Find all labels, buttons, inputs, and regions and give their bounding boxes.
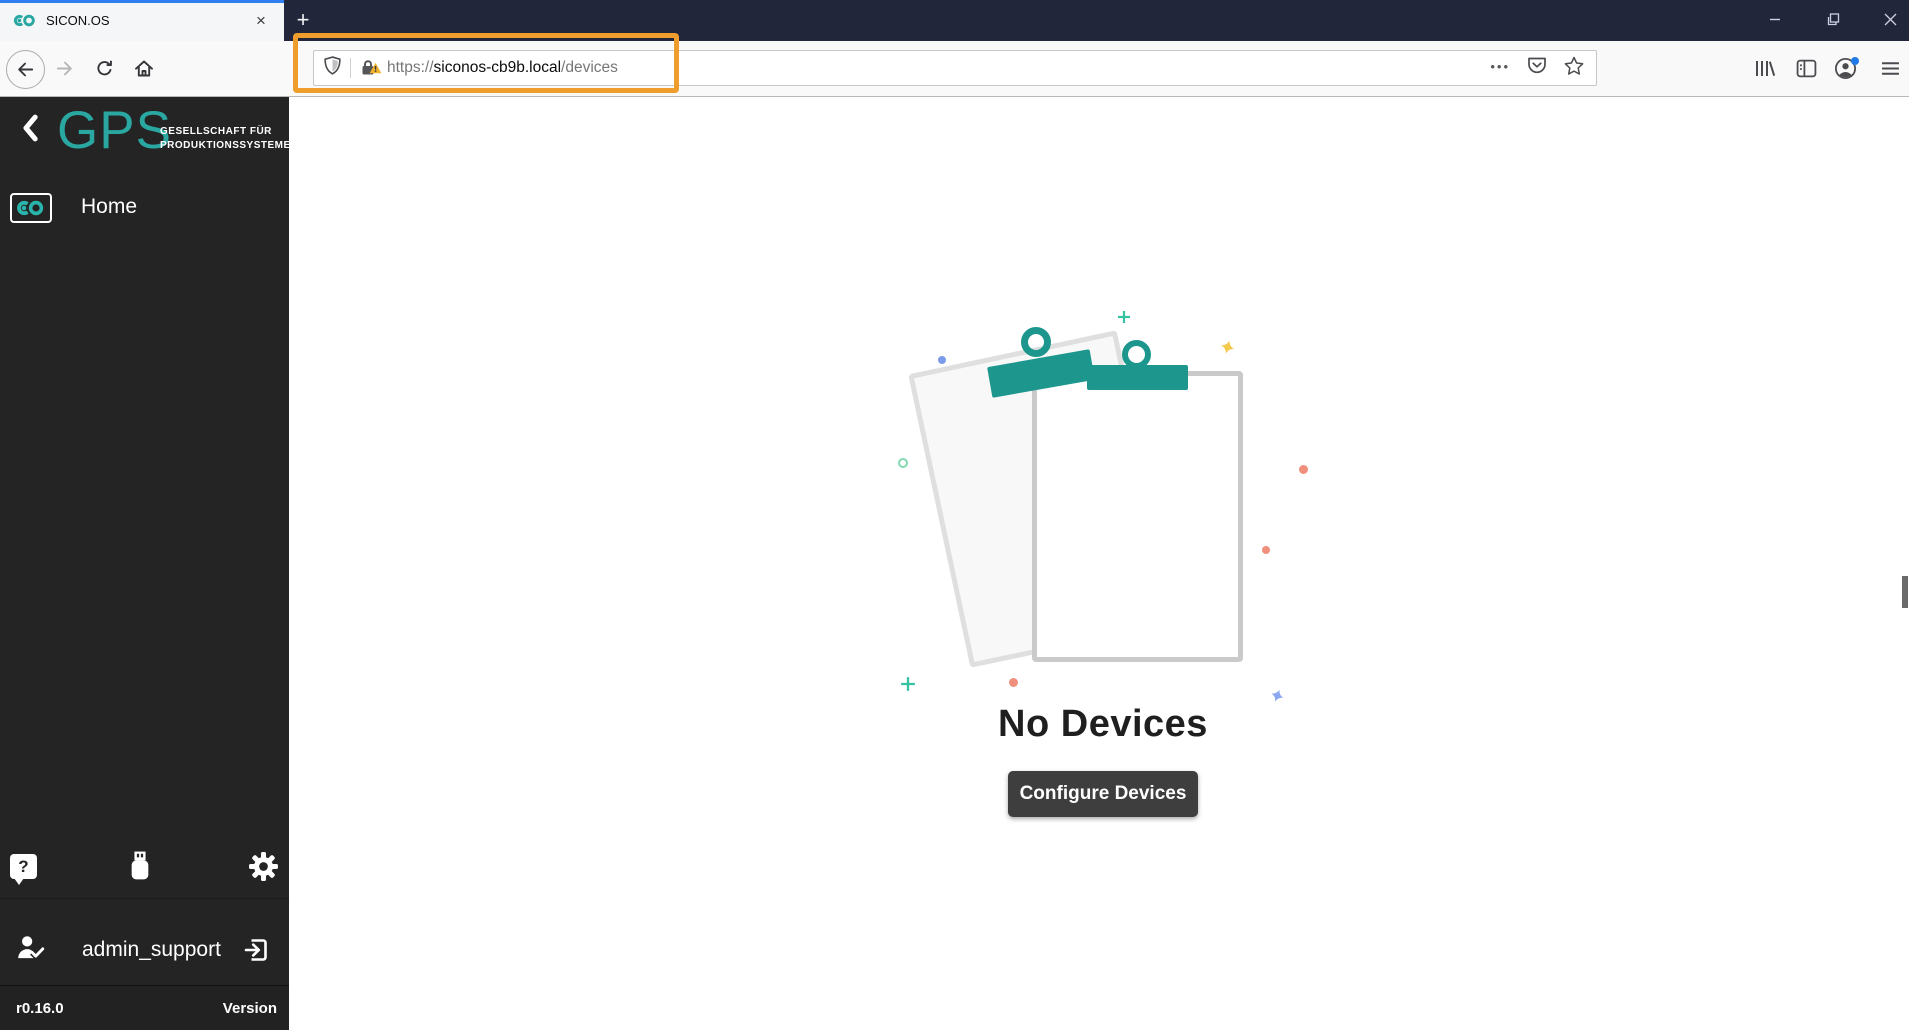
gps-subtitle-line2: PRODUKTIONSSYSTEME (160, 139, 291, 151)
user-row: admin_support (0, 919, 289, 981)
reload-button[interactable] (88, 52, 120, 84)
version-bar: r0.16.0 Version (0, 985, 289, 1030)
sidebar-item-home-label: Home (81, 195, 138, 218)
help-question-glyph: ? (18, 856, 29, 876)
clipboard-clip-ring-back (1021, 327, 1051, 357)
version-value: r0.16.0 (16, 999, 64, 1017)
tab-sicon-os[interactable]: SICON.OS × (0, 0, 284, 41)
url-path: /devices (561, 59, 618, 76)
hamburger-menu-icon[interactable] (1874, 52, 1906, 84)
account-icon[interactable] (1829, 52, 1861, 84)
url-scheme: https:// (387, 59, 434, 76)
gps-logo-subtitle: GESELLSCHAFT FÜR PRODUKTIONSSYSTEME (160, 125, 291, 152)
deco-dot-blue (938, 356, 946, 364)
sidebar-divider (0, 898, 289, 899)
tab-title: SICON.OS (46, 13, 110, 28)
page-content: GPS GESELLSCHAFT FÜR PRODUKTIONSSYSTEME … (0, 97, 1909, 1030)
sicon-logo-icon (13, 12, 37, 29)
deco-dot-salmon (1299, 465, 1308, 474)
home-button[interactable] (128, 52, 160, 84)
insecure-lock-icon[interactable] (360, 59, 382, 77)
sidebar-item-home[interactable]: Home (0, 187, 289, 231)
version-label: Version (222, 999, 277, 1017)
navigation-toolbar: https://siconos-cb9b.local/devices ••• (0, 41, 1909, 97)
window-restore-button[interactable] (1814, 0, 1852, 38)
urlbar-divider (350, 58, 351, 78)
url-text: https://siconos-cb9b.local/devices (387, 59, 618, 77)
gps-logo: GPS (57, 101, 172, 160)
forward-button[interactable] (48, 52, 80, 84)
scrollbar-thumb[interactable] (1902, 576, 1908, 608)
sidebar: GPS GESELLSCHAFT FÜR PRODUKTIONSSYSTEME … (0, 97, 291, 1030)
logout-icon[interactable] (243, 937, 269, 963)
tab-close-icon[interactable]: × (248, 8, 274, 34)
sidebar-collapse-chevron-icon[interactable] (16, 111, 44, 145)
sidebar-toggle-icon[interactable] (1790, 52, 1822, 84)
deco-ring-green (898, 458, 908, 468)
configure-devices-button[interactable]: Configure Devices (1008, 771, 1198, 817)
account-notification-badge (1851, 57, 1859, 65)
gps-subtitle-line1: GESELLSCHAFT FÜR (160, 126, 272, 137)
page-actions-dots-icon[interactable]: ••• (1490, 60, 1510, 77)
deco-plus-teal-icon (1117, 310, 1131, 329)
gear-icon[interactable] (248, 851, 279, 882)
titlebar: SICON.OS × + (0, 0, 1909, 41)
back-button[interactable] (6, 50, 45, 89)
sidebar-utility-icons: ? (0, 850, 289, 894)
deco-plus-teal-icon (900, 676, 916, 697)
page-actions: ••• (1490, 56, 1584, 81)
warning-triangle-icon (369, 61, 382, 79)
user-check-icon (16, 934, 45, 966)
deco-sparkle-yellow-icon (1218, 339, 1236, 361)
new-tab-button[interactable]: + (288, 5, 318, 35)
window-close-button[interactable] (1871, 0, 1909, 38)
clipboard-front (1032, 371, 1243, 662)
url-host: siconos-cb9b.local (433, 59, 562, 76)
deco-dot-salmon (1262, 546, 1270, 554)
username-label: admin_support (82, 938, 221, 961)
help-icon[interactable]: ? (10, 854, 37, 885)
empty-state-title: No Devices (998, 703, 1208, 745)
library-icon[interactable] (1749, 52, 1781, 84)
usb-icon[interactable] (130, 850, 150, 882)
active-tab-indicator (0, 0, 284, 3)
devices-empty-state: No Devices Configure Devices (289, 97, 1909, 1030)
browser-window: SICON.OS × + https://siconos-cb9b.local/… (0, 0, 1909, 1030)
clipboard-clip-ring-front (1122, 340, 1151, 369)
tracking-protection-shield-icon[interactable] (324, 56, 341, 80)
bookmark-star-icon[interactable] (1564, 56, 1584, 81)
home-sicon-icon (10, 193, 52, 223)
url-input[interactable]: https://siconos-cb9b.local/devices ••• (313, 50, 1597, 86)
window-minimize-button[interactable] (1756, 0, 1794, 38)
pocket-icon[interactable] (1527, 56, 1547, 80)
deco-dot-salmon (1009, 678, 1018, 687)
